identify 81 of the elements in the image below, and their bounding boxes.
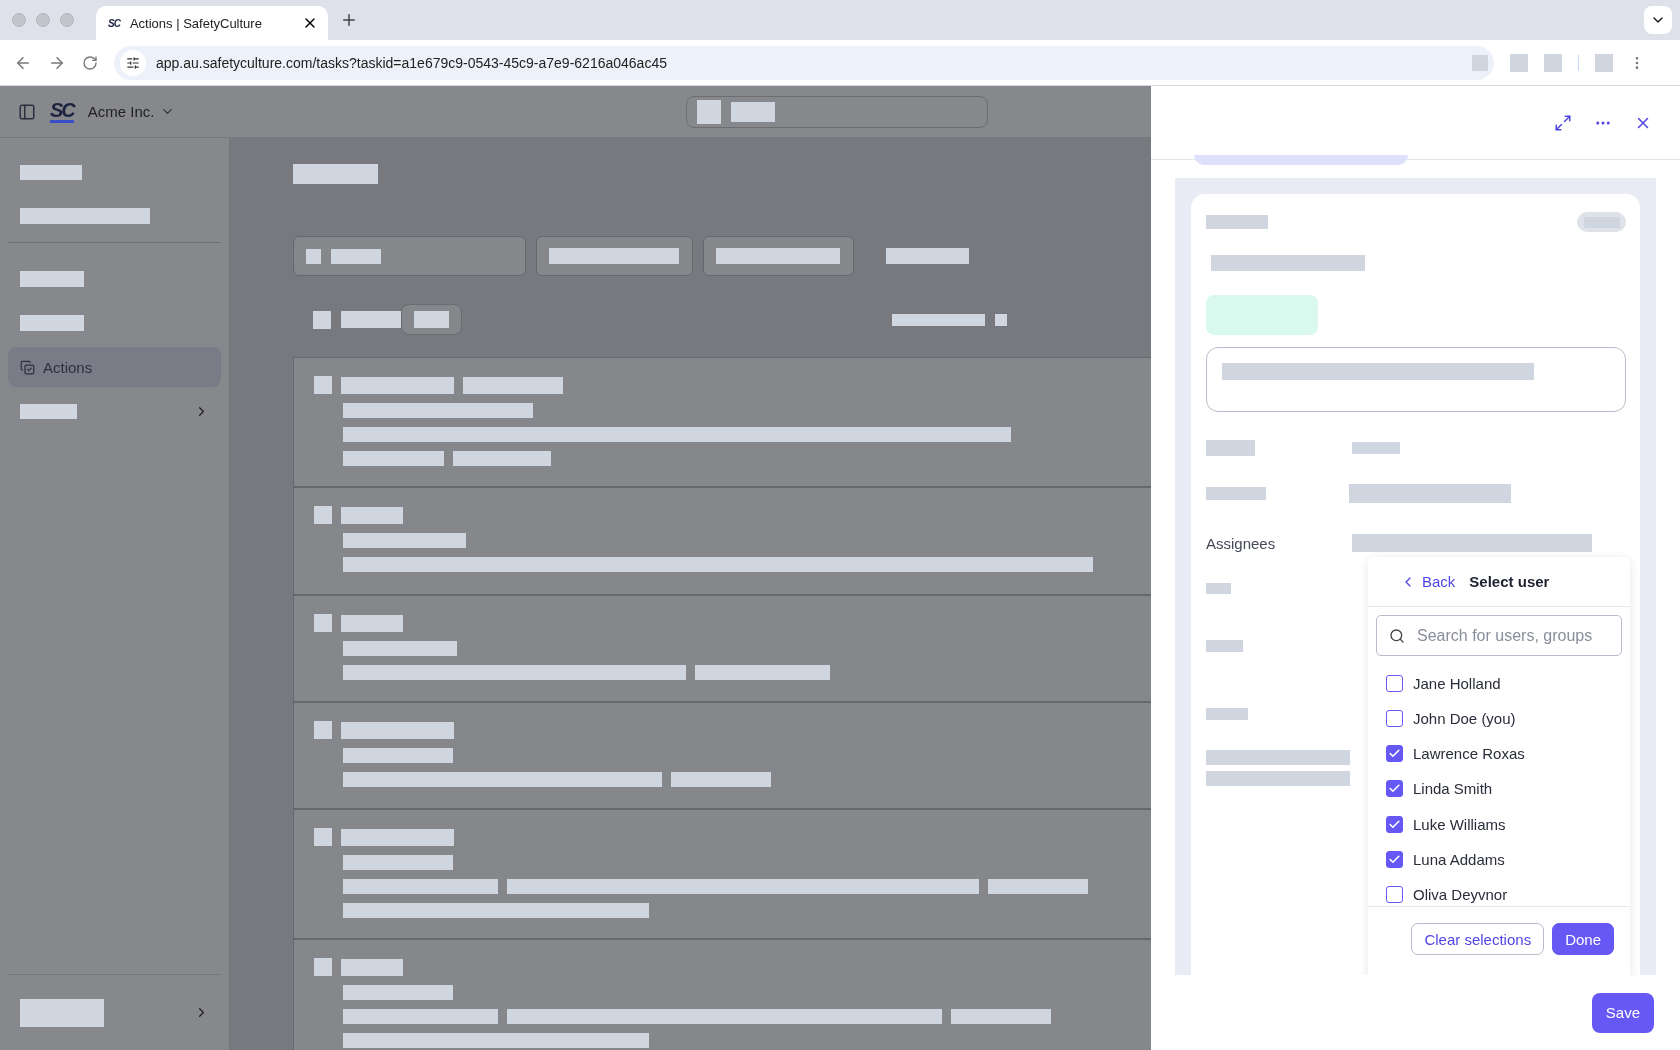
placeholder-square [306,248,321,264]
tab-title: Actions | SafetyCulture [129,15,263,31]
placeholder-square [1544,53,1562,72]
placeholder-bar [1206,440,1255,456]
placeholder-bar [414,311,449,328]
placeholder-square [995,313,1007,326]
actions-icon [20,359,35,375]
user-option[interactable]: John Doe (you) [1386,707,1630,730]
user-option[interactable]: Luke Williams [1386,813,1630,836]
checkbox[interactable] [1386,780,1403,798]
placeholder-bar [20,315,84,331]
checkbox[interactable] [1386,886,1403,904]
search-field[interactable]: Search for users, groups [1376,615,1622,656]
task-card[interactable] [293,702,1151,809]
task-card[interactable] [293,595,1151,702]
checkbox[interactable] [1386,674,1403,692]
placeholder-bar [1206,583,1231,594]
placeholder-bar [1352,442,1400,454]
done-button[interactable]: Done [1552,923,1614,955]
task-card[interactable] [293,357,1151,487]
save-button[interactable]: Save [1591,992,1654,1033]
check-icon [1388,817,1401,831]
checkbox[interactable] [1386,709,1403,727]
favicon: SC [108,17,120,29]
placeholder-square [314,828,332,846]
org-name[interactable]: Acme Inc. [87,103,155,120]
new-tab-icon[interactable] [340,11,358,29]
user-option[interactable]: Linda Smith [1386,777,1630,801]
placeholder-bar [341,506,403,524]
filter-button[interactable] [703,236,854,276]
back-link[interactable]: Back [1400,573,1456,590]
filter-button[interactable] [536,236,693,276]
user-option[interactable]: Oliva Deyvnor [1386,883,1630,906]
task-card[interactable] [293,487,1151,595]
filter-field[interactable] [293,236,526,276]
placeholder-bar [1206,640,1243,652]
placeholder-bar [331,248,381,264]
placeholder-bar [20,164,82,180]
search-icon [1389,627,1405,644]
filter-chip[interactable] [401,304,462,335]
placeholder-square [1510,53,1528,72]
placeholder-bar [1206,487,1266,500]
browser-tab[interactable]: SC Actions | SafetyCulture [96,6,328,40]
placeholder-square [314,614,332,632]
placeholder-bar [1206,215,1268,229]
user-option[interactable]: Luna Addams [1386,848,1630,871]
placeholder-bar [341,958,403,976]
placeholder-square [1472,54,1488,71]
text-field[interactable] [1206,347,1626,412]
url-text: app.au.safetyculture.com/tasks?taskid=a1e679c9-0543-45c9-a7e9-6216a046ac45 [156,54,668,71]
placeholder-square [313,310,331,329]
placeholder-bar [1206,708,1248,720]
clear-button[interactable]: Clear selections [1411,923,1545,955]
placeholder-square [314,721,332,739]
field-label: Assignees [1206,534,1277,552]
site-settings-icon[interactable] [120,49,146,76]
placeholder-bar [20,271,84,287]
placeholder-bar [20,403,77,419]
placeholder-square [314,506,332,524]
address-bar[interactable]: app.au.safetyculture.com/tasks?taskid=a1e679c9-0543-45c9-a7e9-6216a046ac45 [114,45,1494,80]
placeholder-square [314,376,332,394]
placeholder-square [1595,53,1613,72]
placeholder-bar [341,311,401,328]
checkbox[interactable] [1386,745,1403,763]
user-option[interactable]: Jane Holland [1386,672,1630,695]
placeholder-square [697,100,721,124]
placeholder-square [314,958,332,976]
task-card[interactable] [293,939,1151,1050]
logo: SC [50,100,74,123]
expand-icon[interactable] [1554,113,1572,132]
checkbox[interactable] [1386,815,1403,833]
popup-title: Select user [1469,573,1550,590]
user-option[interactable]: Lawrence Roxas [1386,742,1630,765]
checkbox[interactable] [1386,851,1403,869]
placeholder-bar [341,614,403,632]
reload-icon[interactable] [82,54,98,71]
search-field[interactable] [686,96,988,128]
tab-list-button[interactable] [1644,6,1672,34]
sidebar-toggle-icon[interactable] [18,102,36,121]
placeholder-bar [731,102,775,122]
task-card[interactable] [293,809,1151,939]
